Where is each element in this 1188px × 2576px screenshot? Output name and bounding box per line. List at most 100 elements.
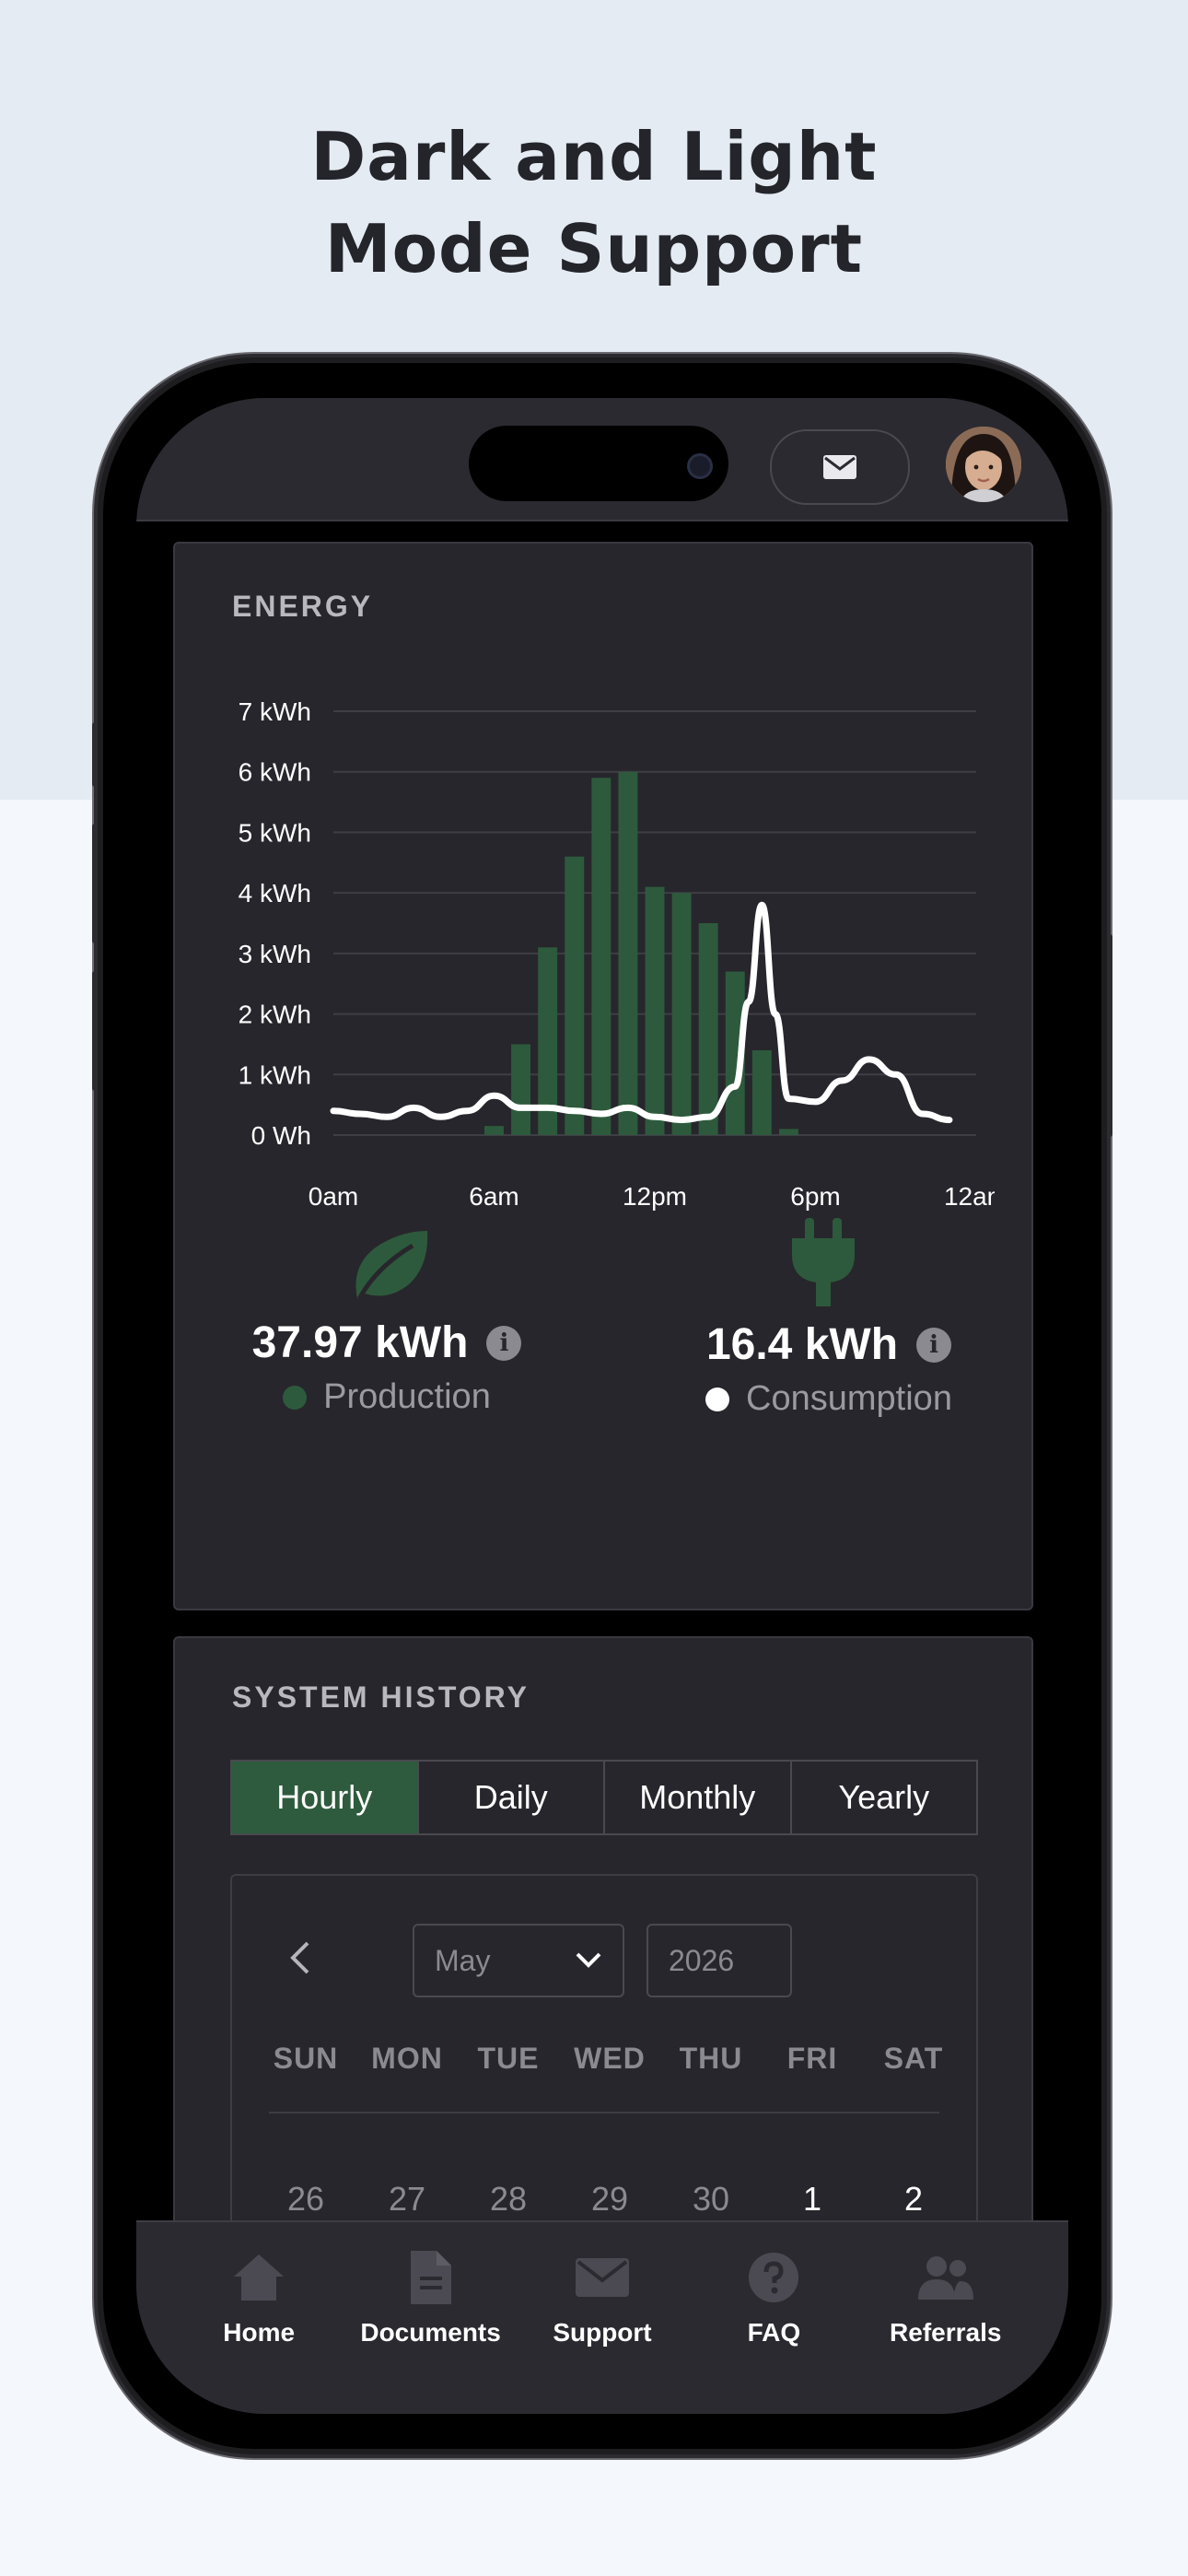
year-value: 2026 [669,1943,735,1977]
consumption-info-icon[interactable]: i [916,1327,952,1363]
nav-support-label: Support [553,2318,652,2347]
nav-support[interactable]: Support [519,2222,685,2414]
production-bar [778,1129,798,1135]
month-value: May [435,1943,491,1977]
volume-up-button [92,824,98,943]
weekday-header: SUN MON TUE WED THU FRI SAT [260,2042,960,2076]
mute-switch [92,722,98,787]
consumption-label: Consumption [746,1379,952,1418]
production-info-icon[interactable]: i [486,1325,522,1361]
nav-documents[interactable]: Documents [348,2222,514,2414]
production-legend: Production [212,1377,562,1417]
day-number: 30 [692,2180,730,2218]
y-tick-label: 4 kWh [239,879,311,907]
chevron-down-icon [576,1952,601,1968]
messages-button[interactable] [770,429,910,505]
nav-home[interactable]: Home [176,2222,342,2414]
nav-faq[interactable]: FAQ [691,2222,856,2414]
headline-line-2: Mode Support [324,210,864,287]
y-tick-label: 0 Wh [251,1121,311,1150]
production-label: Production [323,1377,491,1416]
bottom-tab-bar: Home Documents Support FAQ Referrals [136,2220,1068,2414]
phone-screen: ENERGY 7 kWh 6 kWh 5 kWh 4 kWh 3 kWh 2 kWh 1 k… [136,398,1068,2414]
user-avatar[interactable] [946,427,1021,502]
history-period-tabs: Hourly Daily Monthly Yearly [230,1760,978,1835]
production-bar [671,893,692,1135]
headline: Dark and Light Mode Support [0,111,1188,295]
production-bar [565,856,585,1135]
energy-chart: 7 kWh 6 kWh 5 kWh 4 kWh 3 kWh 2 kWh 1 kWh 0 Wh 0… [239,697,995,1211]
users-icon [917,2256,973,2300]
consumption-legend: Consumption [654,1379,1004,1419]
y-tick-label: 3 kWh [239,940,311,968]
camera-lens [687,453,713,479]
energy-title: ENERGY [232,590,374,623]
day-number: 1 [802,2180,822,2218]
weekday-mon: MON [371,2042,443,2075]
nav-faq-label: FAQ [747,2318,801,2347]
weekday-fri: FRI [786,2042,838,2075]
weekday-thu: THU [679,2042,743,2075]
x-tick-label: 0am [309,1182,358,1211]
consumption-dot [705,1387,730,1411]
consumption-value: 16.4 kWh [705,1320,899,1369]
weekday-tue: TUE [477,2042,540,2075]
y-tick-label: 2 kWh [239,1001,311,1029]
nav-referrals-label: Referrals [890,2318,1002,2347]
y-tick-label: 5 kWh [239,818,311,847]
x-tick-label: 6pm [790,1182,840,1211]
avatar-portrait [946,427,1021,502]
day-number: 26 [286,2180,325,2218]
production-bar [751,1050,772,1135]
production-bar [591,778,611,1135]
day-number: 28 [489,2180,528,2218]
x-tick-label: 6am [469,1182,518,1211]
envelope-icon [823,455,856,479]
top-bar [136,398,1068,521]
production-dot [283,1385,308,1410]
production-stat: 37.97 kWh i Production [212,1317,562,1417]
day-number: 2 [903,2180,924,2218]
tab-monthly[interactable]: Monthly [603,1762,790,1833]
weekday-sun: SUN [273,2042,339,2075]
question-circle-icon [749,2253,799,2302]
production-bar [484,1126,504,1135]
weekday-sat: SAT [883,2042,944,2075]
weekday-wed: WED [574,2042,646,2075]
x-tick-label: 12am [944,1182,995,1211]
production-bar [698,923,718,1135]
power-button [1107,934,1112,1137]
y-tick-label: 6 kWh [239,758,311,787]
production-bar [511,1044,531,1135]
energy-card: ENERGY 7 kWh 6 kWh 5 kWh 4 kWh 3 kWh 2 kWh 1 k… [173,542,1033,1610]
x-tick-label: 12pm [623,1182,687,1211]
calendar-divider [269,2112,939,2113]
headline-line-1: Dark and Light [310,118,878,195]
tab-hourly[interactable]: Hourly [232,1762,417,1833]
nav-home-label: Home [223,2318,296,2347]
consumption-stat: 16.4 kWh i Consumption [654,1319,1004,1419]
volume-down-button [92,971,98,1091]
plug-icon [792,1218,855,1306]
y-tick-label: 7 kWh [239,697,311,726]
leaf-icon [355,1231,428,1301]
tab-yearly[interactable]: Yearly [789,1762,977,1833]
day-number: 29 [590,2180,629,2218]
consumption-value-row: 16.4 kWh i [654,1319,1004,1370]
envelope-icon [575,2258,629,2297]
tab-daily[interactable]: Daily [416,1762,604,1833]
consumption-line [330,901,953,1124]
year-input[interactable]: 2026 [646,1924,792,1997]
day-number: 27 [388,2180,426,2218]
home-icon [234,2254,285,2301]
month-select[interactable]: May [413,1924,624,1997]
nav-referrals[interactable]: Referrals [863,2222,1029,2414]
production-value: 37.97 kWh [251,1318,469,1367]
production-bar [618,771,638,1135]
previous-month-button[interactable] [287,1937,313,1987]
chevron-left-icon [290,1941,309,1974]
phone-frame: ENERGY 7 kWh 6 kWh 5 kWh 4 kWh 3 kWh 2 kWh 1 k… [92,357,1112,2454]
production-bar [645,886,665,1135]
document-icon [410,2251,451,2304]
system-history-title: SYSTEM HISTORY [232,1680,530,1714]
